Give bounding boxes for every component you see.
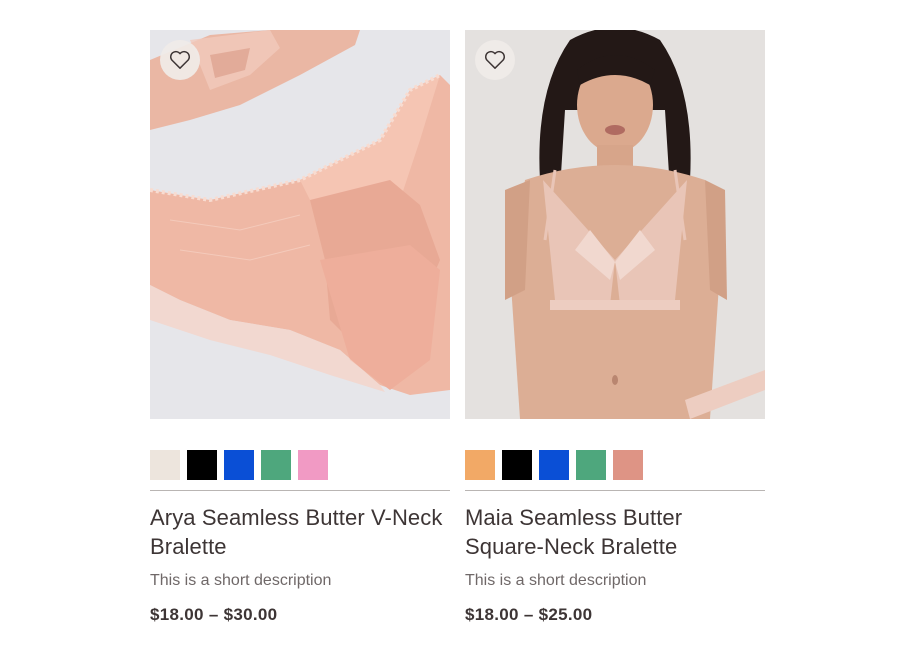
color-swatch[interactable]: [298, 450, 328, 480]
color-swatch[interactable]: [502, 450, 532, 480]
product-image[interactable]: [465, 30, 765, 419]
color-swatch[interactable]: [539, 450, 569, 480]
wishlist-button[interactable]: [160, 40, 200, 80]
product-photo[interactable]: [150, 30, 450, 419]
color-swatch[interactable]: [187, 450, 217, 480]
product-price: $18.00 – $30.00: [150, 605, 278, 624]
color-swatch[interactable]: [613, 450, 643, 480]
product-description: This is a short description: [150, 572, 332, 589]
color-swatch[interactable]: [576, 450, 606, 480]
color-swatches: [465, 450, 765, 480]
product-card[interactable]: Maia Seamless Butter Square-Neck Bralett…: [465, 30, 765, 625]
color-swatch[interactable]: [261, 450, 291, 480]
heart-outline-icon: [485, 50, 505, 69]
product-title[interactable]: Arya Seamless Butter V-Neck Bralette: [150, 503, 450, 561]
product-description: This is a short description: [465, 572, 647, 589]
color-swatches: [150, 450, 450, 480]
divider: [465, 490, 765, 491]
product-photo[interactable]: [465, 30, 765, 419]
wishlist-button[interactable]: [475, 40, 515, 80]
divider: [150, 490, 450, 491]
product-image[interactable]: [150, 30, 450, 419]
product-title[interactable]: Maia Seamless Butter Square-Neck Bralett…: [465, 503, 765, 561]
color-swatch[interactable]: [224, 450, 254, 480]
product-grid: Arya Seamless Butter V-Neck Bralette Thi…: [150, 30, 765, 625]
color-swatch[interactable]: [465, 450, 495, 480]
product-price: $18.00 – $25.00: [465, 605, 593, 624]
color-swatch[interactable]: [150, 450, 180, 480]
heart-outline-icon: [170, 50, 190, 69]
product-card[interactable]: Arya Seamless Butter V-Neck Bralette Thi…: [150, 30, 450, 625]
